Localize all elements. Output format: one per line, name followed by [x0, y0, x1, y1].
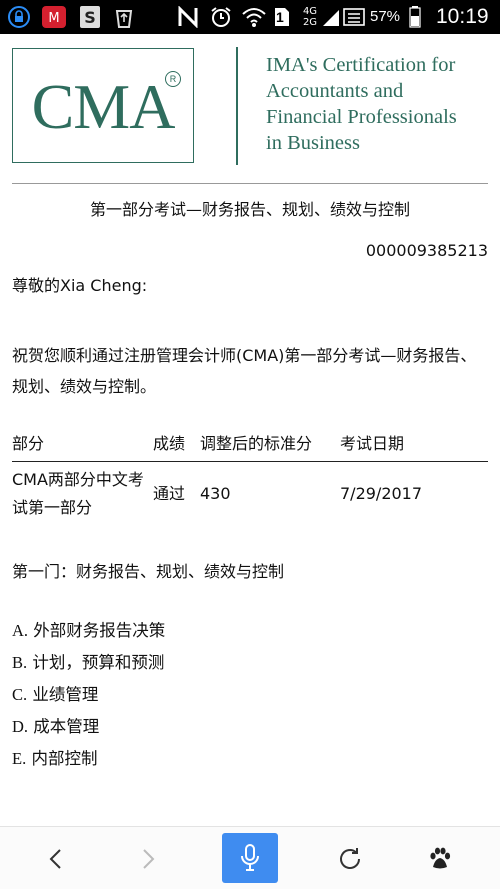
logo-tagline: IMA's Certification for Accountants and …	[266, 52, 457, 156]
header-scaled-score: 调整后的标准分	[200, 434, 313, 453]
baidu-home-button[interactable]	[418, 837, 462, 881]
alarm-icon	[208, 5, 234, 29]
topic-item: B. 计划，预算和预测	[12, 652, 164, 674]
battery-percent: 57%	[370, 8, 401, 25]
recycle-icon	[112, 5, 136, 29]
network-type: 4G 2G	[298, 5, 322, 29]
topic-text: 成本管理	[33, 717, 100, 736]
header-divider	[12, 183, 488, 184]
cma-logo: CMA R	[12, 48, 194, 163]
clock: 10:19	[436, 5, 489, 28]
network-4g-label: 4G	[302, 6, 318, 17]
app-lock-icon	[6, 5, 32, 29]
refresh-button[interactable]	[328, 837, 372, 881]
logo-divider	[236, 47, 238, 165]
forward-button[interactable]	[126, 837, 170, 881]
cell-part: CMA两部分中文考试第一部分	[12, 470, 144, 517]
svg-text:S: S	[84, 8, 96, 27]
exam-title: 第一部分考试—财务报告、规划、绩效与控制	[89, 200, 410, 219]
section-title: 第一门：财务报告、规划、绩效与控制	[12, 562, 285, 581]
svg-text:M: M	[48, 11, 59, 26]
header-part: 部分	[12, 434, 45, 453]
registered-mark: R	[165, 71, 181, 87]
cell-result: 通过	[153, 484, 186, 503]
topic-letter: E.	[12, 749, 27, 768]
tagline-line: IMA's Certification for	[266, 54, 456, 76]
cell-exam-date: 7/29/2017	[340, 484, 423, 503]
forward-icon	[143, 849, 155, 869]
tagline-line: Financial Professionals	[266, 106, 457, 128]
refresh-icon	[340, 848, 360, 869]
status-bar: M S 1 4G 2G 57% 10:19	[0, 0, 500, 34]
topic-letter: B.	[12, 653, 28, 672]
topic-letter: D.	[12, 717, 29, 736]
topic-item: D. 成本管理	[12, 716, 99, 738]
topic-item: A. 外部财务报告决策	[12, 620, 165, 642]
topic-item: C. 业绩管理	[12, 684, 98, 706]
header-exam-date: 考试日期	[340, 434, 405, 453]
topic-text: 计划，预算和预测	[32, 653, 165, 672]
nfc-icon	[176, 5, 200, 29]
congratulations-text: 祝贺您顺利通过注册管理会计师(CMA)第一部分考试—财务报告、规划、绩效与控制。	[12, 346, 477, 396]
header-result: 成绩	[153, 434, 186, 453]
microphone-icon	[241, 844, 259, 871]
reference-number: 000009385213	[365, 241, 488, 260]
cell-scaled-score: 430	[200, 484, 231, 503]
topic-text: 外部财务报告决策	[33, 621, 166, 640]
s-app-icon: S	[78, 5, 102, 29]
baidu-paw-icon	[430, 847, 451, 869]
voice-search-button[interactable]	[222, 833, 278, 883]
topic-letter: A.	[12, 621, 29, 640]
china-merchants-bank-icon: M	[40, 5, 68, 29]
topic-text: 业绩管理	[32, 685, 99, 704]
cma-logo-text: CMA	[31, 71, 176, 142]
tagline-line: Accountants and	[266, 80, 404, 102]
topic-item: E. 内部控制	[12, 748, 97, 770]
tagline-line: in Business	[266, 132, 360, 154]
browser-bottom-bar	[0, 826, 500, 889]
back-icon	[49, 849, 61, 869]
network-2g-label: 2G	[302, 17, 318, 28]
hd-icon	[342, 5, 366, 29]
table-header-divider	[12, 461, 488, 462]
salutation: 尊敬的Xia Cheng:	[12, 276, 148, 295]
topic-letter: C.	[12, 685, 28, 704]
topic-text: 内部控制	[31, 749, 98, 768]
wifi-icon	[240, 5, 268, 29]
back-button[interactable]	[34, 837, 78, 881]
sim-label: 1	[276, 9, 284, 25]
battery-icon	[408, 5, 422, 29]
signal-icon	[322, 5, 340, 29]
